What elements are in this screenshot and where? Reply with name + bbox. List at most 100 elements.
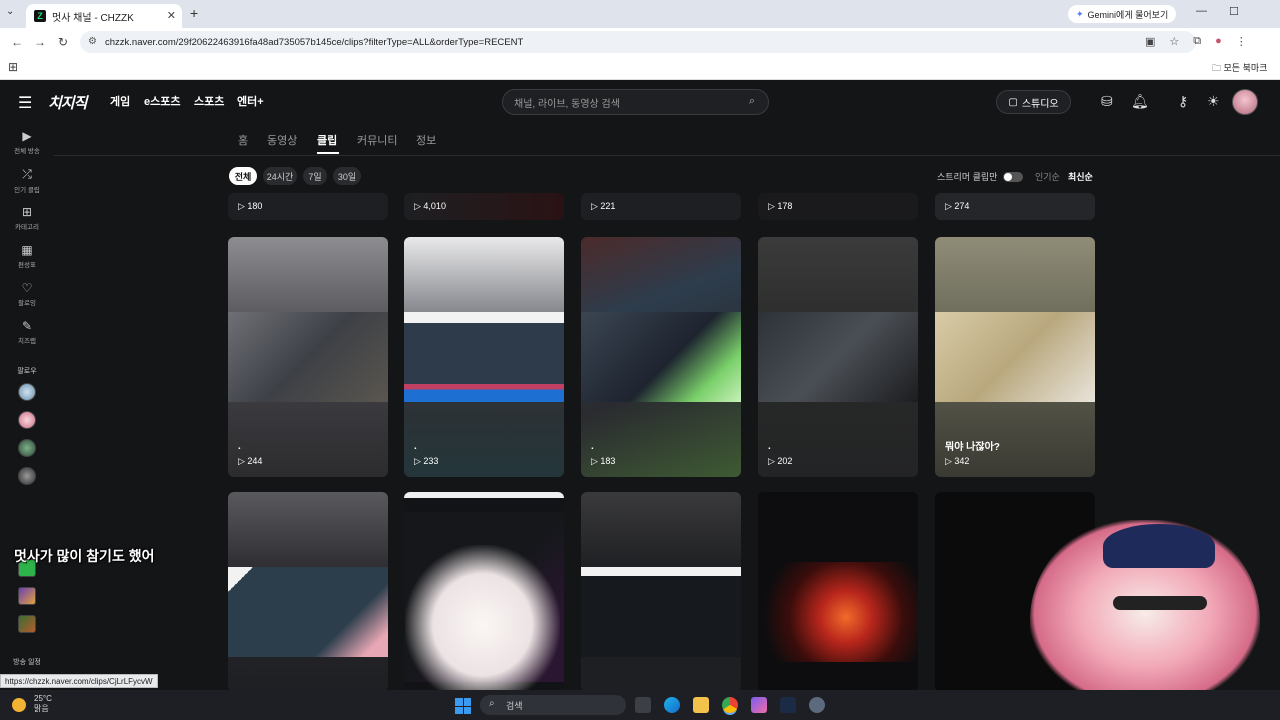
forward-icon[interactable]: → [34, 35, 46, 49]
settings-gear-icon[interactable] [809, 697, 825, 713]
tab-clips[interactable]: 클립 [317, 132, 337, 148]
filter-chip-7d[interactable]: 7일 [303, 167, 327, 185]
clip-card[interactable]: ▷ 221 [581, 193, 741, 220]
back-icon[interactable]: ← [11, 35, 23, 49]
gemini-button[interactable]: ✦ Gemini에게 물어보기 [1068, 5, 1177, 23]
sidebar-item-label: 편성표 [18, 262, 36, 269]
vtuber-overlay-avatar [405, 545, 560, 690]
taskbar-search[interactable]: ⌕ 검색 [480, 695, 626, 715]
new-tab-icon[interactable]: + [190, 5, 198, 21]
profile-icon[interactable]: ● [1215, 35, 1222, 48]
site-info-icon[interactable]: ⚙ [88, 36, 97, 47]
sidebar-item-all-live[interactable]: ▶ 전체 방송 [0, 129, 54, 155]
hamburger-menu-icon[interactable]: ☰ [18, 93, 32, 113]
maximize-icon[interactable]: ☐ [1229, 5, 1239, 18]
view-count-value: 4,010 [423, 201, 446, 211]
sidebar-item-label: 인기 클립 [14, 187, 40, 194]
browser-tab[interactable]: Z 멋사 채널 - CHZZK ✕ [26, 4, 182, 28]
live-icon: ▶ [22, 129, 32, 143]
clip-card[interactable]: . ▷ 244 [228, 237, 388, 477]
minimize-icon[interactable]: — [1196, 5, 1207, 18]
clip-card[interactable]: ▷ 4,010 [404, 193, 564, 220]
clip-thumbnail [581, 567, 741, 657]
tab-community[interactable]: 커뮤니티 [357, 132, 397, 148]
edge-browser-icon[interactable] [664, 697, 680, 713]
user-avatar[interactable] [1232, 89, 1258, 115]
category-thumb[interactable] [18, 587, 36, 605]
search-input[interactable]: 채널, 라이브, 동영상 검색 ⌕ [502, 89, 769, 115]
clip-card[interactable]: . ▷ 233 [404, 237, 564, 477]
folder-icon: 🗀 [1212, 63, 1222, 73]
followed-channel-avatar[interactable] [18, 439, 36, 457]
play-icon: ▷ [414, 201, 424, 211]
bookmark-star-icon[interactable]: ☆ [1169, 35, 1179, 48]
task-view-icon[interactable] [635, 697, 651, 713]
clip-title: . [768, 441, 771, 452]
filter-chip-30d[interactable]: 30일 [333, 167, 361, 185]
play-icon: ▷ [238, 456, 248, 466]
clip-card[interactable]: . ▷ 202 [758, 237, 918, 477]
category-thumb[interactable] [18, 615, 36, 633]
streamer-clips-toggle[interactable] [1003, 172, 1023, 182]
view-count-value: 221 [600, 201, 616, 211]
filter-chip-all[interactable]: 전체 [229, 167, 257, 185]
play-icon: ▷ [945, 201, 955, 211]
clip-card[interactable]: ▷ 178 [758, 193, 918, 220]
nav-esports[interactable]: e스포츠 [144, 93, 180, 109]
windows-start-icon[interactable] [455, 698, 471, 714]
file-explorer-icon[interactable] [693, 697, 709, 713]
streamer-clips-only-label: 스트리머 클립만 [937, 172, 998, 182]
sidebar-item-schedule[interactable]: ▦ 편성표 [0, 243, 54, 269]
tab-search-icon[interactable]: ⌄ [6, 6, 14, 17]
sort-popular[interactable]: 인기순 [1035, 170, 1060, 183]
extensions-icon[interactable]: ⧉ [1193, 35, 1201, 48]
chrome-browser-icon[interactable] [722, 697, 738, 713]
apps-grid-icon[interactable]: ⊞ [8, 60, 18, 74]
install-icon[interactable]: ▣ [1145, 35, 1155, 48]
copilot-icon[interactable] [751, 697, 767, 713]
steam-icon[interactable] [780, 697, 796, 713]
nav-sports[interactable]: 스포츠 [194, 93, 224, 109]
filter-chip-24h[interactable]: 24시간 [263, 167, 297, 185]
clip-title: . [414, 441, 417, 452]
clip-card[interactable] [228, 492, 388, 690]
studio-button[interactable]: ▢ 스튜디오 [996, 90, 1071, 114]
tab-home[interactable]: 홈 [238, 132, 248, 148]
clip-card[interactable]: . ▷ 183 [581, 237, 741, 477]
chzzk-logo[interactable]: 치지직 [48, 92, 87, 113]
nav-game[interactable]: 게임 [110, 93, 130, 109]
clip-card[interactable] [581, 492, 741, 690]
tab-videos[interactable]: 동영상 [267, 132, 297, 148]
clip-card[interactable]: 뭐야 나잖아? ▷ 342 [935, 237, 1095, 477]
sort-recent[interactable]: 최신순 [1068, 170, 1093, 183]
followed-channel-avatar[interactable] [18, 411, 36, 429]
search-icon[interactable]: ⌕ [749, 95, 755, 108]
stream-subtitle: 멋사가 많이 참기도 했어 [14, 548, 155, 564]
close-tab-icon[interactable]: ✕ [167, 9, 176, 22]
theme-sun-icon[interactable]: ☀ [1207, 93, 1220, 110]
nav-enter[interactable]: 엔터+ [237, 93, 264, 109]
all-bookmarks-link[interactable]: 🗀 모든 북마크 [1212, 61, 1267, 77]
tab-info[interactable]: 정보 [416, 132, 436, 148]
clip-thumbnail [228, 312, 388, 402]
clip-card[interactable] [758, 492, 918, 690]
menu-icon[interactable]: ⋮ [1236, 35, 1247, 48]
shuffle-icon: ⤮ [22, 167, 32, 181]
sidebar-item-category[interactable]: ⊞ 카테고리 [0, 205, 54, 231]
followed-channel-avatar[interactable] [18, 467, 36, 485]
clip-card[interactable]: ▷ 180 [228, 193, 388, 220]
followed-channel-avatar[interactable] [18, 383, 36, 401]
search-placeholder: 채널, 라이브, 동영상 검색 [514, 98, 620, 110]
sidebar: ▶ 전체 방송 ⤮ 인기 클립 ⊞ 카테고리 ▦ 편성표 ♡ 팔로잉 ✎ 치즈랩… [0, 125, 54, 690]
notification-bell-icon[interactable]: 🔔︎ [1131, 93, 1149, 110]
key-icon[interactable]: ⚷ [1178, 93, 1188, 110]
wallet-icon[interactable]: ⛁ [1101, 93, 1113, 110]
temperature: 25°C [34, 694, 52, 703]
clip-card[interactable]: ▷ 274 [935, 193, 1095, 220]
reload-icon[interactable]: ↻ [58, 35, 68, 49]
url-input[interactable]: ⚙ chzzk.naver.com/29f20622463916fa48ad73… [80, 31, 1196, 53]
grid-icon: ⊞ [21, 205, 33, 219]
sidebar-item-cheese-lab[interactable]: ✎ 치즈랩 [0, 319, 54, 345]
sidebar-item-following[interactable]: ♡ 팔로잉 [0, 281, 54, 307]
sidebar-item-popular-clips[interactable]: ⤮ 인기 클립 [0, 167, 54, 194]
